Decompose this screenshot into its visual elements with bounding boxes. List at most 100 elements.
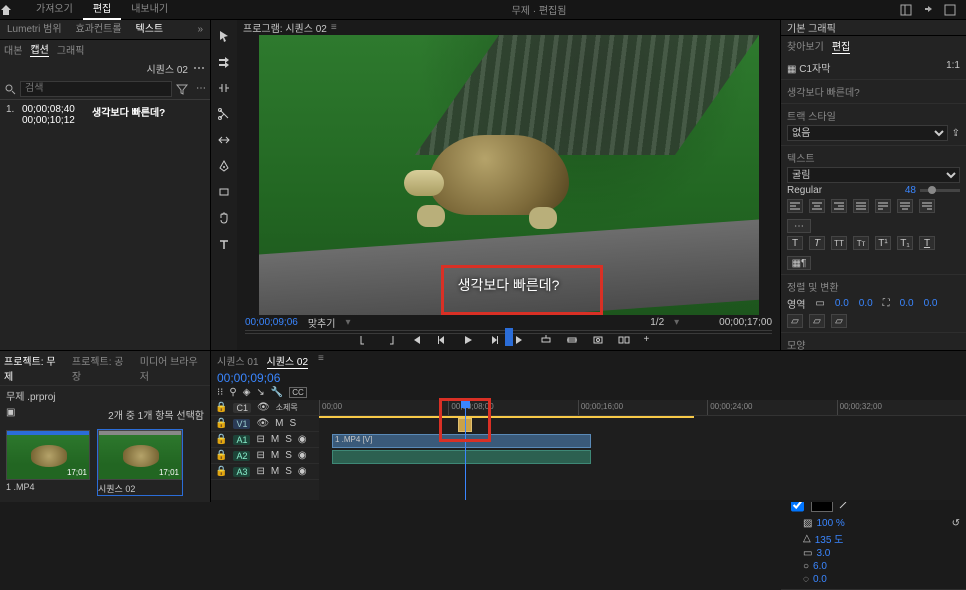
- timeline-tab-2[interactable]: 시퀀스 02: [267, 353, 309, 369]
- lock-icon[interactable]: 🔒: [215, 466, 227, 477]
- fullscreen-icon[interactable]: [944, 4, 966, 16]
- area-y[interactable]: 0.0: [859, 298, 873, 309]
- filter-icon[interactable]: [172, 83, 192, 95]
- align-justify-last-left-icon[interactable]: [875, 199, 891, 213]
- panel-overflow-icon[interactable]: »: [190, 20, 210, 39]
- shadow-dist[interactable]: 3.0: [816, 548, 830, 559]
- kerning-icon[interactable]: ⋯: [787, 219, 811, 233]
- align-left-icon[interactable]: [787, 199, 803, 213]
- track-select-tool-icon[interactable]: [216, 54, 232, 70]
- panel-tab-lumetri[interactable]: Lumetri 범위: [0, 20, 69, 39]
- project-item-1[interactable]: 17;01 1 .MP4: [6, 430, 90, 495]
- share-icon[interactable]: [922, 4, 944, 16]
- track-header-v1[interactable]: 🔒 V1 👁 MS: [211, 416, 319, 432]
- resolution-dropdown[interactable]: 1/2: [650, 317, 664, 328]
- workspace-tab-export[interactable]: 내보내기: [121, 0, 178, 20]
- link-icon[interactable]: ⚲: [229, 387, 236, 398]
- lock-icon[interactable]: 🔒: [215, 434, 227, 445]
- caption-track-header[interactable]: 🔒 C1 👁 소제목: [211, 400, 319, 416]
- play-icon[interactable]: [462, 334, 478, 350]
- hand-tool-icon[interactable]: [216, 210, 232, 226]
- fit-dropdown[interactable]: 맞추기: [308, 315, 336, 330]
- export-frame-icon[interactable]: [592, 334, 608, 350]
- insert-icon[interactable]: ↘: [256, 387, 264, 398]
- slip-tool-icon[interactable]: [216, 132, 232, 148]
- rtl-icon[interactable]: ▦¶: [787, 256, 811, 270]
- subtab-caption[interactable]: 캡션: [30, 41, 48, 57]
- size-slider[interactable]: [920, 189, 960, 192]
- eye-icon[interactable]: 👁: [257, 402, 270, 413]
- go-to-in-icon[interactable]: [410, 334, 426, 350]
- subtab-graphic[interactable]: 그래픽: [57, 42, 85, 57]
- workspace-tab-import[interactable]: 가져오기: [26, 0, 83, 20]
- video-clip[interactable]: 1 .MP4 [V]: [332, 434, 591, 448]
- lock-icon[interactable]: 🔒: [215, 402, 227, 413]
- panel-tab-effects[interactable]: 효과컨트롤: [69, 20, 129, 39]
- step-fwd-icon[interactable]: [488, 334, 504, 350]
- project-tab-2[interactable]: 프로젝트: 공장: [72, 353, 132, 383]
- shadow-opacity[interactable]: 100 %: [816, 518, 844, 529]
- wrench-icon[interactable]: 🔧: [271, 387, 283, 398]
- smallcaps-icon[interactable]: Tᴛ: [853, 236, 869, 250]
- underline-icon[interactable]: T: [919, 236, 935, 250]
- align-justify-last-center-icon[interactable]: [897, 199, 913, 213]
- area-w[interactable]: 0.0: [900, 298, 914, 309]
- anchor-tl-icon[interactable]: ▱: [787, 314, 803, 328]
- settings-plus-icon[interactable]: +: [644, 334, 660, 350]
- project-tab-1[interactable]: 프로젝트: 무제: [4, 353, 64, 383]
- subtab-transcript[interactable]: 대본: [4, 42, 22, 57]
- audio-clip[interactable]: [332, 450, 591, 464]
- step-back-icon[interactable]: [436, 334, 452, 350]
- subscript-icon[interactable]: T₁: [897, 236, 913, 250]
- shadow-angle[interactable]: 135 도: [815, 531, 844, 546]
- type-tool-icon[interactable]: [216, 236, 232, 252]
- marker-icon[interactable]: ◈: [243, 387, 251, 398]
- project-item-2[interactable]: 17;01 시퀀스 02: [98, 430, 182, 495]
- track-header-a2[interactable]: 🔒 A2 ⊟MS◉: [211, 448, 319, 464]
- anchor-tr-icon[interactable]: ▱: [831, 314, 847, 328]
- go-to-out-icon[interactable]: [514, 334, 530, 350]
- layout-icon[interactable]: [900, 4, 922, 16]
- timeline-tab-1[interactable]: 시퀀스 01: [217, 353, 259, 369]
- lock-icon[interactable]: 🔒: [215, 418, 227, 429]
- workspace-tab-edit[interactable]: 편집: [83, 0, 121, 20]
- pen-tool-icon[interactable]: [216, 158, 232, 174]
- allcaps-icon[interactable]: TT: [831, 236, 847, 250]
- ripple-tool-icon[interactable]: [216, 80, 232, 96]
- program-scrubbar[interactable]: [245, 330, 772, 334]
- timeline-tc[interactable]: 00;00;09;06: [211, 371, 966, 385]
- track-style-select[interactable]: 없음: [787, 125, 948, 141]
- eg-tab-browse[interactable]: 찾아보기: [787, 38, 824, 54]
- shadow-blur[interactable]: 0.0: [813, 574, 827, 585]
- home-button[interactable]: [0, 4, 26, 16]
- bin-nav-icon[interactable]: ▣: [6, 407, 15, 422]
- snap-icon[interactable]: ⁝⁝: [217, 387, 223, 398]
- eye-icon[interactable]: 👁: [256, 418, 269, 429]
- faux-italic-icon[interactable]: T: [809, 236, 825, 250]
- rect-tool-icon[interactable]: [216, 184, 232, 200]
- align-justify-icon[interactable]: [853, 199, 869, 213]
- shadow-spread[interactable]: 6.0: [813, 561, 827, 572]
- program-monitor[interactable]: 생각보다 빠른데?: [259, 35, 759, 315]
- mark-out-icon[interactable]: [384, 334, 400, 350]
- project-tab-3[interactable]: 미디어 브라우저: [140, 353, 206, 383]
- cc-icon[interactable]: CC: [289, 387, 307, 398]
- caption-row[interactable]: 1. 00;00;08;40 00;00;10;12 생각보다 빠른데?: [6, 104, 204, 126]
- faux-bold-icon[interactable]: T: [787, 236, 803, 250]
- area-toggle-icon[interactable]: ▭: [815, 298, 824, 309]
- area-x[interactable]: 0.0: [835, 298, 849, 309]
- font-weight-select[interactable]: Regular: [787, 185, 901, 196]
- extract-icon[interactable]: [566, 334, 582, 350]
- timeline-canvas[interactable]: 00;00 00;00;08;00 00;00;16;00 00;00;24;0…: [319, 400, 966, 500]
- caption-search-input[interactable]: [20, 81, 172, 97]
- timeline-playhead[interactable]: [465, 400, 466, 500]
- font-size-input[interactable]: 48: [905, 185, 916, 196]
- superscript-icon[interactable]: T¹: [875, 236, 891, 250]
- eg-tab-edit[interactable]: 편집: [832, 38, 850, 54]
- align-center-icon[interactable]: [809, 199, 825, 213]
- program-current-tc[interactable]: 00;00;09;06: [245, 317, 298, 328]
- lift-icon[interactable]: [540, 334, 556, 350]
- shadow-reset-icon[interactable]: ↺: [952, 518, 960, 529]
- more-icon[interactable]: ⋯: [192, 83, 210, 94]
- mark-in-icon[interactable]: [358, 334, 374, 350]
